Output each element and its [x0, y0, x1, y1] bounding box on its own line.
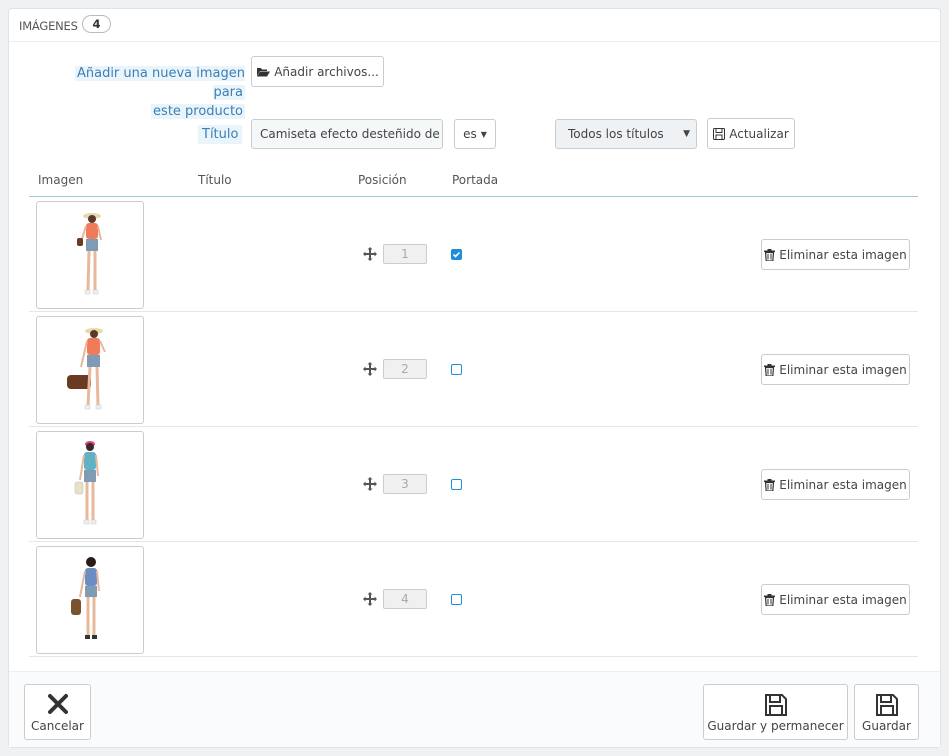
titles-select-value: Todos los títulos	[568, 127, 664, 141]
add-image-label-line1: Añadir una nueva imagen para	[74, 66, 245, 100]
model-photo	[71, 557, 100, 639]
save-button[interactable]: Guardar	[854, 684, 919, 740]
title-filter-label: Título	[198, 125, 243, 144]
delete-image-button[interactable]: Eliminar esta imagen	[761, 584, 910, 615]
cover-checkbox[interactable]	[451, 594, 462, 605]
col-image: Imagen	[38, 173, 84, 187]
table-row: 1 Eliminar esta imagen	[29, 197, 918, 312]
save-icon	[875, 694, 898, 716]
language-value: es	[463, 127, 477, 141]
move-icon[interactable]	[363, 592, 377, 606]
trash-icon	[764, 478, 776, 491]
caret-down-icon: ▼	[683, 129, 690, 139]
table-row: 3 Eliminar esta imagen	[29, 427, 918, 542]
delete-image-button[interactable]: Eliminar esta imagen	[761, 354, 910, 385]
save-and-stay-label: Guardar y permanecer	[707, 719, 844, 733]
position-input[interactable]: 4	[383, 589, 427, 609]
add-image-label-line2: este producto	[151, 104, 245, 119]
check-icon	[452, 251, 461, 258]
table-row: 2 Eliminar esta imagen	[29, 312, 918, 427]
add-files-button[interactable]: Añadir archivos...	[251, 56, 384, 87]
position-input[interactable]: 3	[383, 474, 427, 494]
update-button[interactable]: Actualizar	[707, 118, 795, 149]
cover-checkbox[interactable]	[451, 249, 462, 260]
delete-label: Eliminar esta imagen	[779, 362, 907, 377]
image-count-badge: 4	[82, 15, 111, 33]
move-icon[interactable]	[363, 362, 377, 376]
save-label: Guardar	[862, 719, 911, 733]
update-label: Actualizar	[729, 126, 789, 141]
cancel-button[interactable]: Cancelar	[24, 684, 91, 740]
product-image-thumbnail[interactable]	[36, 316, 144, 424]
panel-title: IMÁGENES	[19, 19, 78, 33]
panel-heading: IMÁGENES 4	[9, 9, 940, 42]
caret-down-icon: ▼	[480, 129, 487, 139]
model-photo	[74, 441, 99, 525]
titles-select[interactable]: Todos los títulos ▼	[555, 119, 697, 149]
col-title: Título	[198, 173, 232, 187]
add-image-label: Añadir una nueva imagen para este produc…	[51, 64, 245, 121]
product-image-thumbnail[interactable]	[36, 431, 144, 539]
delete-label: Eliminar esta imagen	[779, 247, 907, 262]
position-input[interactable]: 1	[383, 244, 427, 264]
table-row: 4 Eliminar esta imagen	[29, 542, 918, 657]
model-photo	[67, 328, 106, 410]
trash-icon	[764, 593, 776, 606]
language-dropdown[interactable]: es ▼	[454, 119, 496, 149]
product-image-thumbnail[interactable]	[36, 201, 144, 309]
delete-label: Eliminar esta imagen	[779, 477, 907, 492]
title-input[interactable]: Camiseta efecto desteñido de r	[251, 119, 443, 149]
table-header: Imagen Título Posición Portada	[29, 170, 918, 197]
col-position: Posición	[358, 173, 407, 187]
col-cover: Portada	[452, 173, 499, 187]
folder-open-icon	[257, 67, 271, 76]
save-icon	[764, 694, 787, 716]
move-icon[interactable]	[363, 247, 377, 261]
images-panel: IMÁGENES 4 Añadir una nueva imagen para …	[8, 8, 941, 748]
trash-icon	[764, 248, 776, 261]
delete-image-button[interactable]: Eliminar esta imagen	[761, 239, 910, 270]
add-files-label: Añadir archivos...	[274, 64, 379, 79]
move-icon[interactable]	[363, 477, 377, 491]
position-input[interactable]: 2	[383, 359, 427, 379]
save-and-stay-button[interactable]: Guardar y permanecer	[703, 684, 848, 740]
panel-footer: Cancelar Guardar y permanecer Guardar	[9, 671, 940, 747]
product-image-thumbnail[interactable]	[36, 546, 144, 654]
delete-image-button[interactable]: Eliminar esta imagen	[761, 469, 910, 500]
save-icon	[713, 127, 726, 140]
close-icon	[47, 694, 68, 714]
model-photo	[77, 213, 102, 295]
cancel-label: Cancelar	[31, 719, 84, 733]
trash-icon	[764, 363, 776, 376]
cover-checkbox[interactable]	[451, 479, 462, 490]
delete-label: Eliminar esta imagen	[779, 592, 907, 607]
cover-checkbox[interactable]	[451, 364, 462, 375]
